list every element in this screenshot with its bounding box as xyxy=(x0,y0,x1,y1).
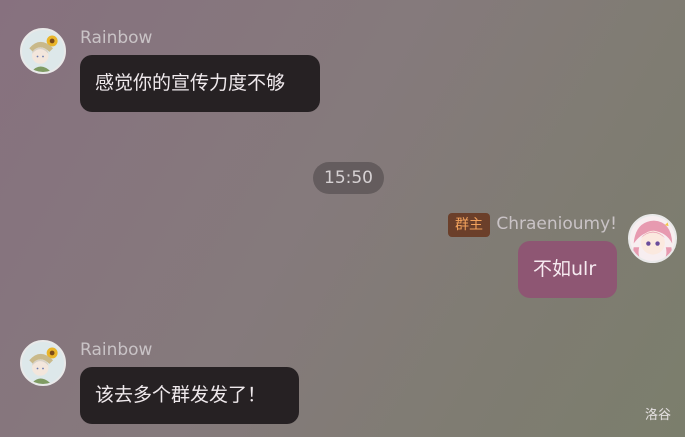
message-bubble[interactable]: 感觉你的宣传力度不够 xyxy=(80,55,320,112)
sender-avatar[interactable] xyxy=(20,28,66,74)
sender-avatar[interactable] xyxy=(628,214,677,263)
time-separator: 15:50 xyxy=(313,162,384,194)
sender-name[interactable]: Rainbow xyxy=(80,340,152,360)
message-bubble[interactable]: 不如ulr xyxy=(518,241,617,298)
sunflower-girl-avatar-icon xyxy=(22,342,64,384)
sender-avatar[interactable] xyxy=(20,340,66,386)
sender-name[interactable]: Rainbow xyxy=(80,28,152,48)
watermark: 洛谷 xyxy=(644,408,671,423)
message-bubble[interactable]: 该去多个群发发了！ xyxy=(80,367,299,424)
role-badge: 群主 xyxy=(448,213,490,237)
pink-hair-girl-avatar-icon xyxy=(630,216,675,261)
sunflower-girl-avatar-icon xyxy=(22,30,64,72)
sender-name[interactable]: Chraenioumy! xyxy=(496,214,617,234)
